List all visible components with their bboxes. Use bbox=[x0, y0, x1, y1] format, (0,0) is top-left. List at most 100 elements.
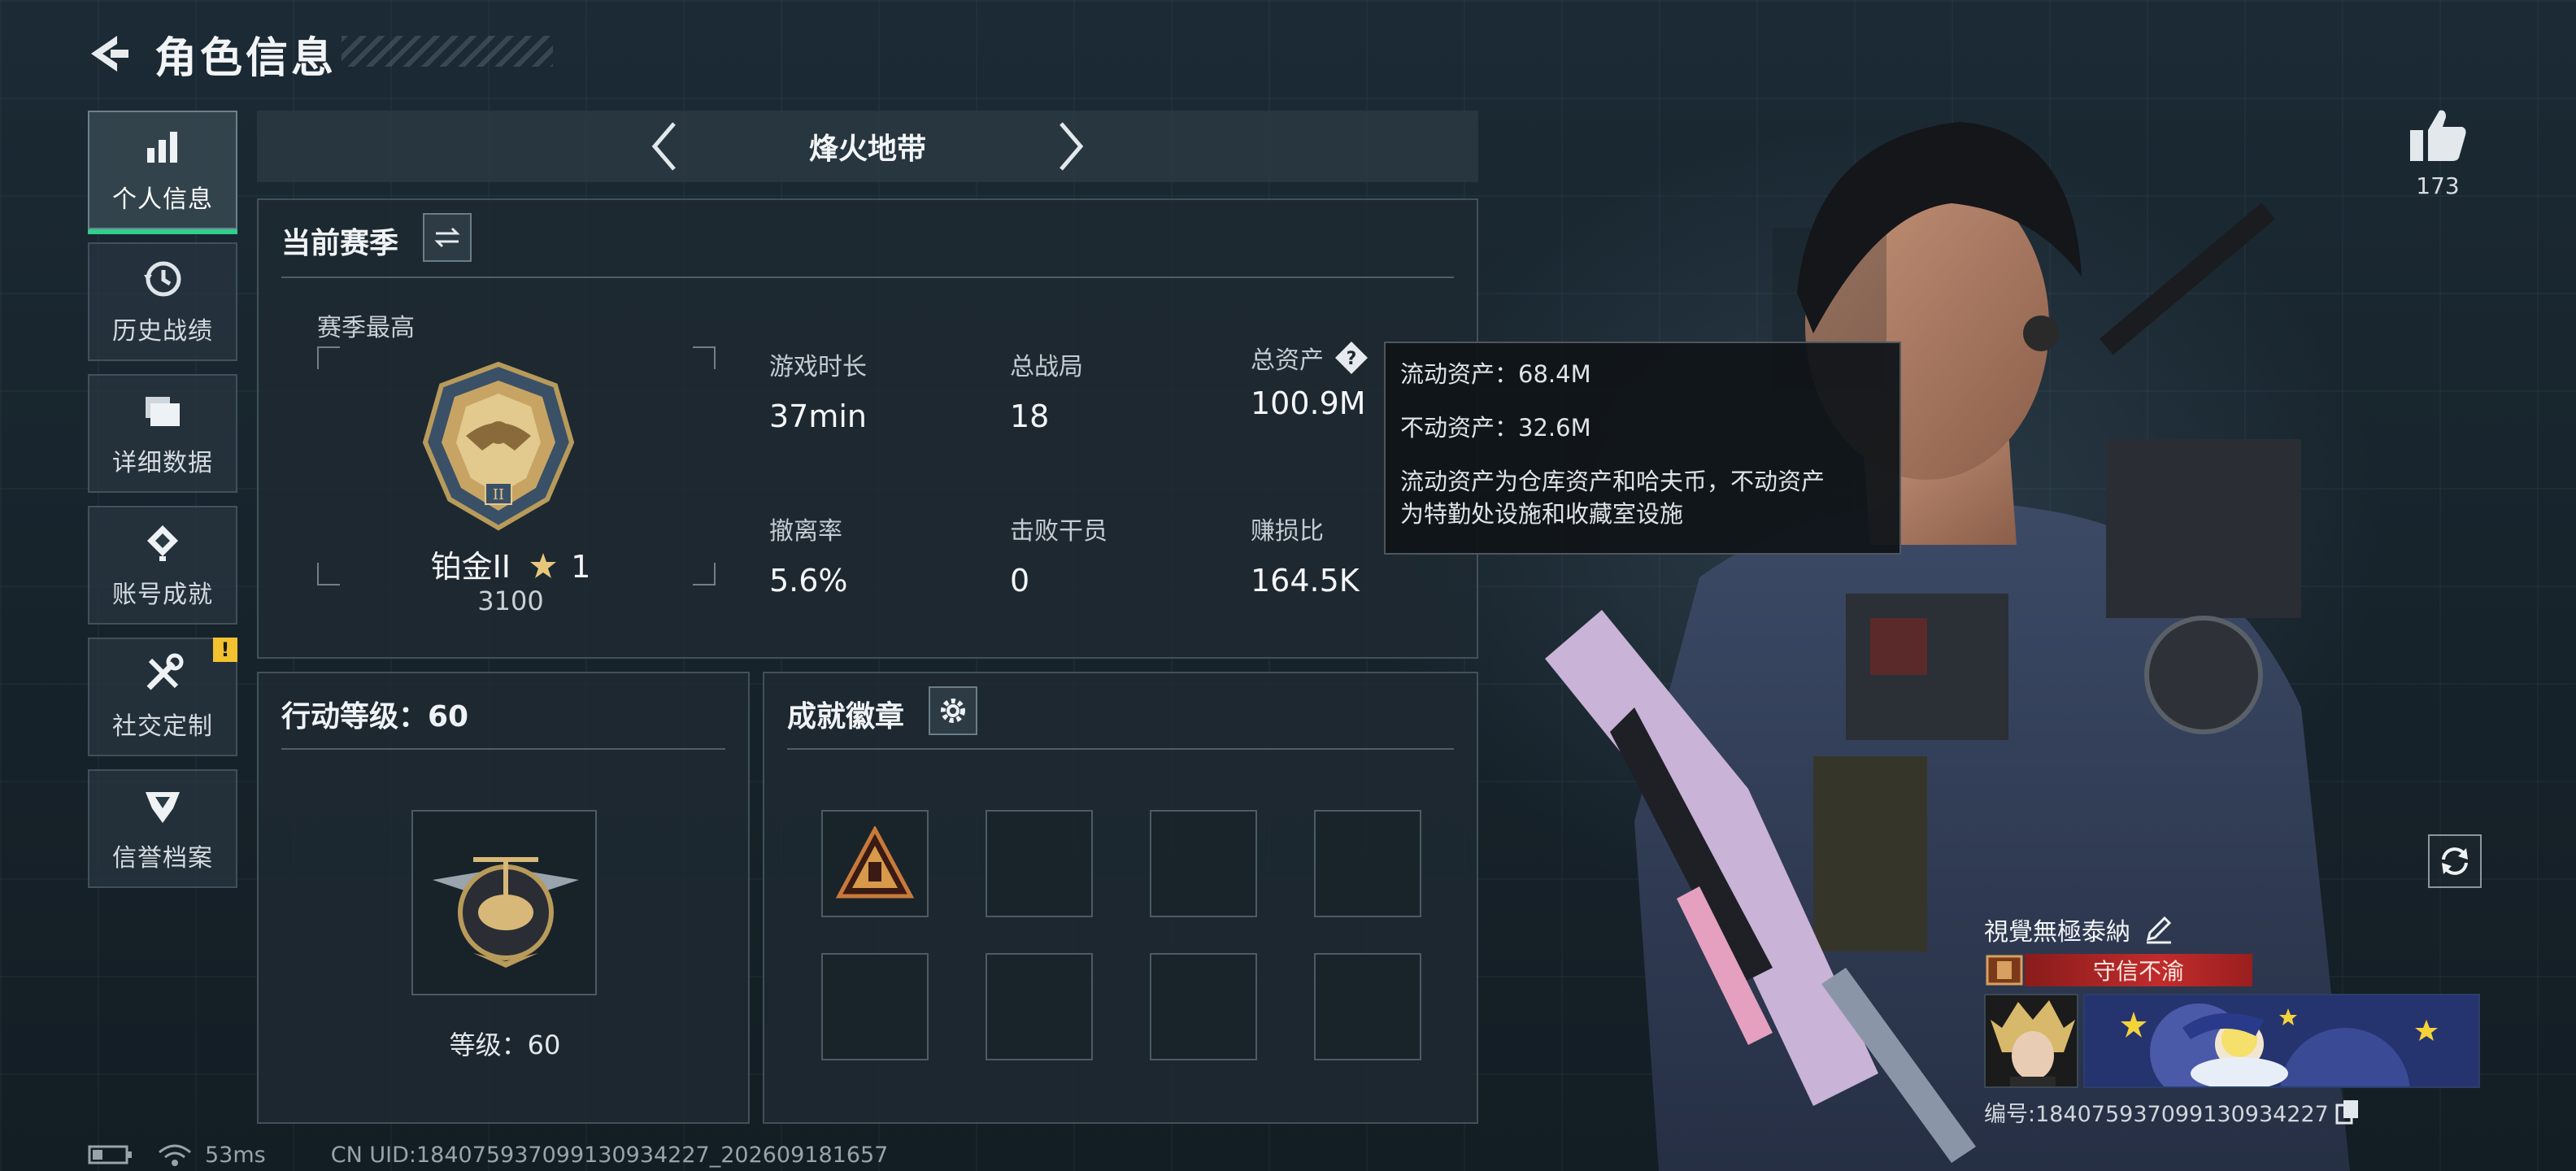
mode-next-button[interactable] bbox=[1038, 114, 1103, 179]
triangle-achievement-badge-icon bbox=[836, 826, 914, 899]
stat-label: 赚损比 bbox=[1251, 517, 1324, 546]
star-icon bbox=[530, 553, 557, 578]
stat-profit-loss-ratio: 赚损比 164.5K bbox=[1251, 511, 1360, 599]
back-arrow-icon bbox=[91, 36, 128, 72]
edit-pencil-icon[interactable] bbox=[2142, 913, 2174, 946]
badge-settings-button[interactable] bbox=[929, 686, 977, 735]
stat-value: 0 bbox=[1010, 563, 1030, 599]
wifi-icon bbox=[159, 1144, 191, 1166]
rank-score: 3100 bbox=[477, 586, 544, 616]
season-high-label: 赛季最高 bbox=[317, 314, 415, 342]
network-ping: 53ms bbox=[205, 1142, 266, 1168]
sidebar-item-detailed-data[interactable]: 详细数据 bbox=[88, 374, 237, 493]
stat-value: 164.5K bbox=[1251, 563, 1360, 599]
stat-label: 击败干员 bbox=[1010, 517, 1107, 546]
helicopter-level-badge-icon bbox=[433, 857, 579, 968]
badge-slot-empty[interactable] bbox=[1314, 810, 1421, 917]
tooltip-fixed-assets: 不动资产：32.6M bbox=[1400, 414, 1591, 442]
sidebar-item-label: 个人信息 bbox=[112, 185, 213, 214]
back-button[interactable] bbox=[81, 26, 137, 81]
badge-slot-empty[interactable] bbox=[1314, 953, 1421, 1060]
frame-corner bbox=[693, 346, 716, 369]
stat-extraction-rate: 撤离率 5.6% bbox=[769, 511, 848, 599]
badges-title: 成就徽章 bbox=[787, 700, 905, 734]
sidebar-item-label: 账号成就 bbox=[112, 581, 213, 609]
profile-banner[interactable] bbox=[2083, 994, 2480, 1088]
thumbs-up-icon[interactable] bbox=[2405, 102, 2470, 168]
reputation-shield-icon bbox=[146, 792, 180, 823]
badge-slot-empty[interactable] bbox=[1150, 953, 1257, 1060]
footer-uid: CN UID:18407593709913093422​7_2026091816… bbox=[330, 1142, 889, 1168]
tooltip-liquid-assets: 流动资产：68.4M bbox=[1400, 360, 1591, 388]
sidebar-item-achievements[interactable]: 账号成就 bbox=[88, 506, 237, 625]
mode-prev-button[interactable] bbox=[632, 114, 697, 179]
stat-operators-defeated: 击败干员 0 bbox=[1010, 511, 1107, 599]
page-title: 角色信息 bbox=[154, 33, 337, 83]
stat-label: 游戏时长 bbox=[769, 353, 867, 381]
swap-arrows-icon bbox=[434, 227, 460, 248]
chevron-left-icon bbox=[651, 122, 676, 171]
platinum-rank-emblem-icon: II bbox=[422, 361, 575, 531]
level-badge-frame bbox=[411, 810, 597, 995]
season-panel: 当前赛季 赛季最高 II 铂金II 1 3100 游戏时长 37min 总战局 … bbox=[257, 198, 1478, 659]
night-sky-banner-image bbox=[2085, 995, 2478, 1086]
stat-play-time: 游戏时长 37min bbox=[769, 346, 867, 434]
battery-icon bbox=[88, 1145, 132, 1164]
alert-badge: ! bbox=[213, 638, 237, 662]
tooltip-description-line: 为特勤处设施和收藏室设施 bbox=[1400, 500, 1684, 528]
sidebar-item-personal-info[interactable]: 个人信息 bbox=[88, 111, 237, 234]
badge-slot-empty[interactable] bbox=[821, 953, 929, 1060]
player-title-tag: 守信不渝 bbox=[2025, 954, 2252, 986]
action-level-title: 行动等级：60 bbox=[281, 700, 469, 734]
panel-divider bbox=[281, 276, 1454, 278]
svg-text:II: II bbox=[493, 486, 504, 503]
player-uid-row: 编号:18407593709913093422​7 bbox=[1984, 1096, 2488, 1128]
badge-slot-empty[interactable] bbox=[986, 810, 1093, 917]
profile-card-row bbox=[1984, 994, 2488, 1088]
panel-divider bbox=[281, 748, 725, 750]
panel-divider bbox=[787, 748, 1454, 750]
stat-value: 37min bbox=[769, 398, 868, 434]
copy-icon[interactable] bbox=[2334, 1099, 2361, 1126]
svg-text:?: ? bbox=[1347, 349, 1357, 369]
bar-chart-icon bbox=[147, 132, 177, 163]
folder-data-icon bbox=[146, 397, 180, 426]
rank-name-text: 铂金II bbox=[430, 549, 511, 585]
sidebar-item-social-custom[interactable]: 社交定制 ! bbox=[88, 638, 237, 756]
frame-corner bbox=[317, 563, 340, 586]
refresh-character-button[interactable] bbox=[2428, 834, 2482, 888]
player-name-text: 視覺無極泰納 bbox=[1984, 918, 2130, 947]
season-switch-button[interactable] bbox=[423, 213, 472, 262]
badge-slot-empty[interactable] bbox=[986, 953, 1093, 1060]
action-level-panel: 行动等级：60 等级：60 bbox=[257, 672, 750, 1124]
sidebar-item-history[interactable]: 历史战绩 bbox=[88, 242, 237, 361]
like-count: 173 bbox=[2416, 172, 2460, 199]
level-text: 等级：60 bbox=[449, 1030, 561, 1060]
help-question-icon[interactable]: ? bbox=[1334, 340, 1369, 376]
sidebar-item-label: 社交定制 bbox=[112, 712, 213, 741]
title-emblem-icon bbox=[1986, 955, 2023, 986]
player-uid: 编号:18407593709913093422​7 bbox=[1984, 1102, 2329, 1127]
achievement-diamond-icon bbox=[147, 525, 178, 561]
badge-slot-empty[interactable] bbox=[1150, 810, 1257, 917]
tooltip-description-line: 流动资产为仓库资产和哈夫币，不动资产 bbox=[1400, 468, 1825, 495]
sidebar-item-reputation[interactable]: 信誉档案 bbox=[88, 769, 237, 888]
achievement-badges-panel: 成就徽章 bbox=[763, 672, 1478, 1124]
sidebar-nav: 个人信息 历史战绩 详细数据 账号成就 社交定制 ! 信誉档案 bbox=[88, 111, 237, 901]
stat-label-text: 总资产 bbox=[1251, 346, 1324, 375]
title-decoration-stripe bbox=[342, 36, 553, 67]
avatar-portrait-icon bbox=[1986, 995, 2077, 1086]
season-title: 当前赛季 bbox=[281, 227, 399, 260]
mode-title: 烽火地带 bbox=[808, 133, 926, 166]
avatar[interactable] bbox=[1984, 994, 2078, 1088]
badge-slot-filled[interactable] bbox=[821, 810, 929, 917]
history-clock-icon bbox=[144, 261, 181, 297]
stat-value: 100.9M bbox=[1251, 385, 1366, 421]
frame-corner bbox=[693, 563, 716, 586]
page-header: 角色信息 bbox=[81, 21, 337, 86]
frame-corner bbox=[317, 346, 340, 369]
rank-stars-count: 1 bbox=[571, 549, 591, 585]
assets-tooltip: 流动资产：68.4M 不动资产：32.6M 流动资产为仓库资产和哈夫币，不动资产… bbox=[1384, 342, 1901, 555]
stat-value: 18 bbox=[1010, 398, 1050, 434]
rank-name: 铂金II 1 bbox=[364, 542, 657, 586]
